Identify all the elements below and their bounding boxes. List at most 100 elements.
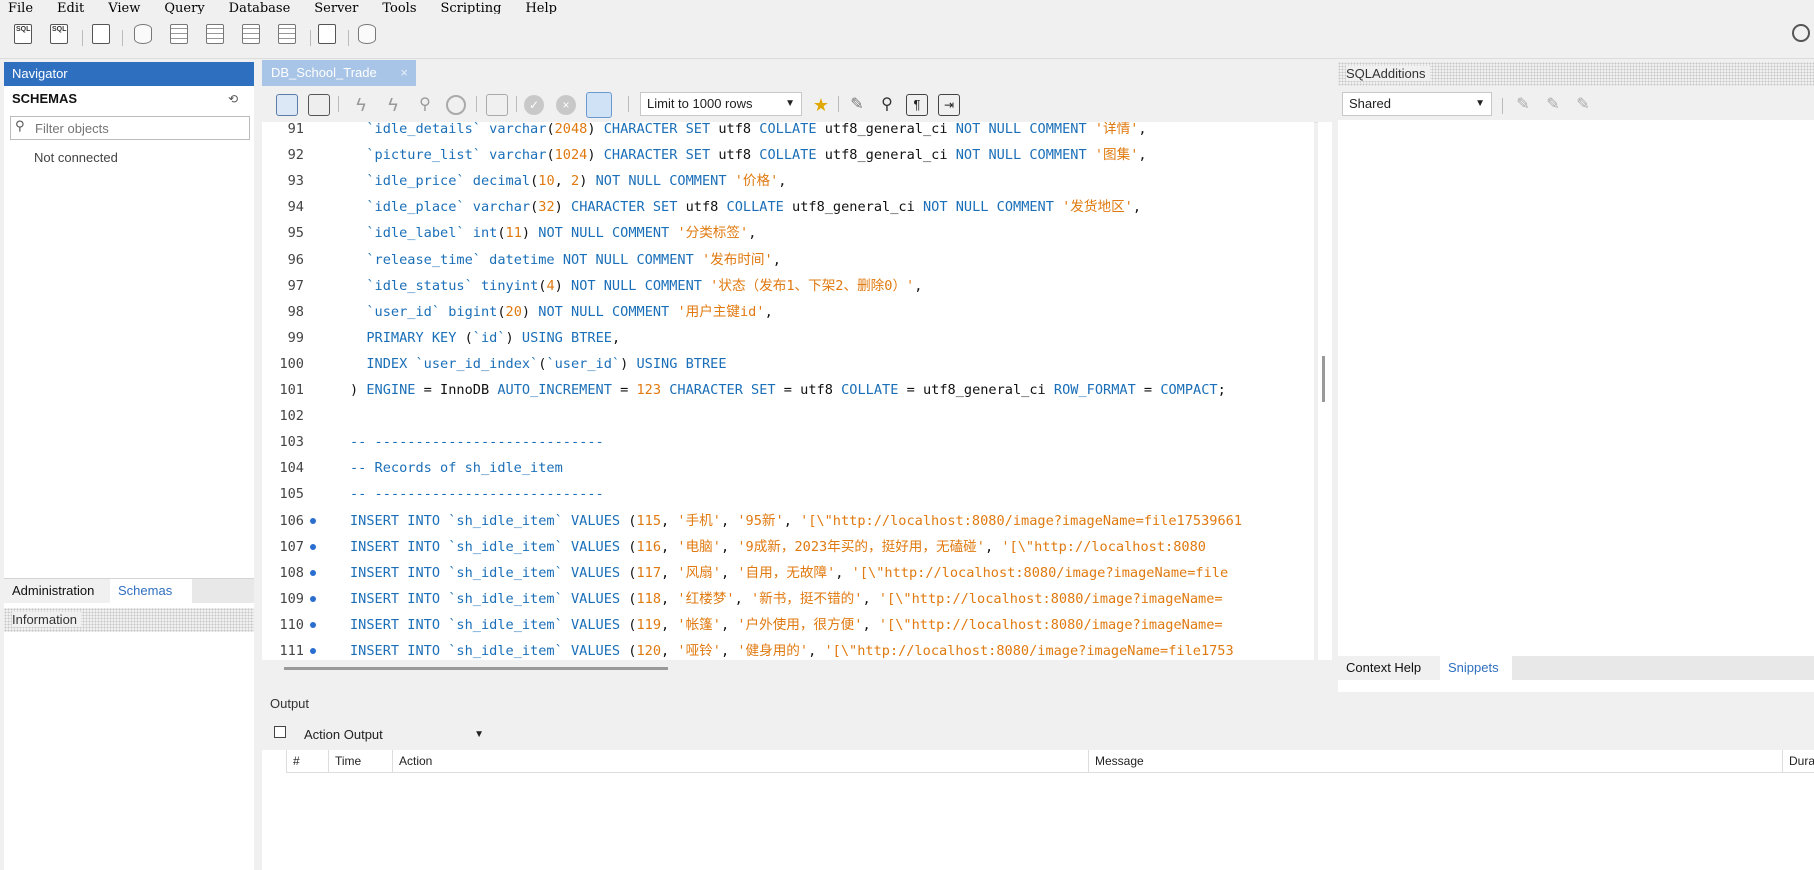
rollback-icon[interactable]: × — [556, 95, 576, 115]
information-title: Information — [12, 612, 82, 627]
menu-view[interactable]: View — [108, 2, 140, 15]
reconnect-icon[interactable] — [358, 24, 380, 48]
col-duration[interactable]: Dura — [1782, 750, 1814, 772]
insert-snippet-icon[interactable]: ✎ — [1542, 94, 1564, 116]
menu-scripting[interactable]: Scripting — [441, 2, 502, 15]
line-number: 104 — [279, 460, 304, 477]
output-type-select[interactable]: Action Output ▼ — [298, 724, 490, 746]
line-number: 106 — [279, 512, 304, 529]
new-sql-tab-icon[interactable] — [14, 24, 36, 48]
code-line[interactable]: 92 `picture_list` varchar(1024) CHARACTE… — [262, 142, 1314, 168]
code-text: `picture_list` varchar(1024) CHARACTER S… — [366, 147, 1147, 164]
editor-toolbar: ϟ ϟ ⚲ ✓ × Limit to 1000 rows ▼ ★ ✎ ⚲ ¶ ⇥ — [262, 86, 1330, 123]
code-line[interactable]: 103 -- ---------------------------- — [262, 429, 1314, 455]
code-line[interactable]: 101) ENGINE = InnoDB AUTO_INCREMENT = 12… — [262, 377, 1314, 403]
col-action[interactable]: Action — [392, 750, 1088, 772]
row-limit-select[interactable]: Limit to 1000 rows ▼ — [640, 92, 802, 116]
replace-snippet-icon[interactable]: ✎ — [1512, 94, 1534, 116]
code-line[interactable]: 93 `idle_price` decimal(10, 2) NOT NULL … — [262, 168, 1314, 194]
menu-tools[interactable]: Tools — [382, 2, 416, 15]
invisible-chars-icon[interactable]: ¶ — [906, 94, 928, 116]
code-line[interactable]: 91 `idle_details` varchar(2048) CHARACTE… — [262, 122, 1314, 142]
navigator-title: Navigator — [12, 66, 68, 81]
create-view-icon[interactable] — [206, 24, 228, 48]
stop-icon[interactable] — [446, 95, 466, 115]
menu-help[interactable]: Help — [525, 2, 557, 15]
filter-box: ⚲ — [10, 116, 250, 140]
editor-tab-title: DB_School_Trade — [271, 65, 377, 80]
tab-schemas[interactable]: Schemas — [110, 579, 192, 603]
menu-edit[interactable]: Edit — [57, 2, 84, 15]
vertical-scrollbar[interactable] — [1318, 122, 1332, 660]
col-message[interactable]: Message — [1088, 750, 1782, 772]
code-line[interactable]: 105 -- ---------------------------- — [262, 481, 1314, 507]
add-snippet-star-icon[interactable]: ★ — [810, 94, 832, 116]
code-line[interactable]: 94 `idle_place` varchar(32) CHARACTER SE… — [262, 194, 1314, 220]
inspector-icon[interactable] — [92, 24, 114, 48]
statement-marker-icon — [310, 595, 316, 602]
line-number: 97 — [287, 277, 304, 294]
search-table-data-icon[interactable] — [318, 24, 340, 48]
tab-snippets[interactable]: Snippets — [1440, 656, 1512, 680]
statement-marker-icon — [310, 648, 316, 654]
tab-administration[interactable]: Administration — [4, 579, 110, 603]
word-wrap-icon[interactable]: ⇥ — [938, 94, 960, 116]
col-time[interactable]: Time — [328, 750, 392, 772]
create-schema-icon[interactable] — [134, 24, 156, 48]
refresh-schemas-icon[interactable]: ⟲ — [228, 86, 238, 112]
output-column-header: # Time Action Message Dura — [286, 750, 1814, 773]
code-line[interactable]: 95 `idle_label` int(11) NOT NULL COMMENT… — [262, 220, 1314, 246]
menu-database[interactable]: Database — [229, 2, 291, 15]
code-line[interactable]: 111 INSERT INTO `sh_idle_item` VALUES (12… — [262, 638, 1314, 660]
col-number[interactable]: # — [286, 750, 328, 772]
copy-output-icon[interactable] — [274, 726, 286, 738]
code-text: INSERT INTO `sh_idle_item` VALUES (116, … — [350, 538, 1206, 555]
line-number: 94 — [287, 199, 304, 216]
copy-snippet-icon[interactable]: ✎ — [1572, 94, 1594, 116]
explain-icon[interactable]: ⚲ — [414, 94, 436, 116]
line-number: 107 — [279, 538, 304, 555]
menu-server[interactable]: Server — [314, 2, 358, 15]
find-icon[interactable]: ⚲ — [876, 94, 898, 116]
save-file-icon[interactable] — [308, 94, 330, 116]
sql-editor[interactable]: 91 `idle_details` varchar(2048) CHARACTE… — [262, 122, 1314, 660]
code-line[interactable]: 110 INSERT INTO `sh_idle_item` VALUES (11… — [262, 612, 1314, 638]
execute-icon[interactable]: ϟ — [350, 94, 372, 116]
commit-icon[interactable]: ✓ — [524, 95, 544, 115]
open-sql-script-icon[interactable] — [50, 24, 72, 48]
code-line[interactable]: 98 `user_id` bigint(20) NOT NULL COMMENT… — [262, 299, 1314, 325]
tab-context-help[interactable]: Context Help — [1338, 656, 1440, 680]
code-line[interactable]: 102 — [262, 403, 1314, 429]
filter-objects-input[interactable] — [33, 120, 247, 137]
code-text: -- ---------------------------- — [350, 434, 604, 451]
snippet-category-select[interactable]: Shared ▼ — [1342, 92, 1492, 116]
navigator-tabs: Administration Schemas — [4, 578, 254, 603]
code-line[interactable]: 100 INDEX `user_id_index`(`user_id`) USI… — [262, 351, 1314, 377]
code-line[interactable]: 104 -- Records of sh_idle_item — [262, 455, 1314, 481]
tab-db-school-trade[interactable]: DB_School_Trade × — [262, 60, 416, 86]
menu-file[interactable]: File — [8, 2, 33, 15]
preferences-gear-icon[interactable] — [1792, 24, 1814, 48]
close-tab-icon[interactable]: × — [400, 60, 408, 86]
code-line[interactable]: 106 INSERT INTO `sh_idle_item` VALUES (11… — [262, 508, 1314, 534]
toggle-continue-icon[interactable] — [486, 94, 508, 116]
create-procedure-icon[interactable] — [242, 24, 264, 48]
code-line[interactable]: 99 PRIMARY KEY (`id`) USING BTREE, — [262, 325, 1314, 351]
code-line[interactable]: 96 `release_time` datetime NOT NULL COMM… — [262, 247, 1314, 273]
execute-current-icon[interactable]: ϟ — [382, 94, 404, 116]
navigator-header: Navigator — [4, 62, 254, 86]
create-table-icon[interactable] — [170, 24, 192, 48]
open-file-icon[interactable] — [276, 94, 298, 116]
code-text: `idle_place` varchar(32) CHARACTER SET u… — [366, 199, 1142, 216]
horizontal-scrollbar-thumb[interactable] — [284, 667, 668, 670]
code-text: -- Records of sh_idle_item — [350, 460, 563, 477]
code-line[interactable]: 108 INSERT INTO `sh_idle_item` VALUES (11… — [262, 560, 1314, 586]
code-line[interactable]: 97 `idle_status` tinyint(4) NOT NULL COM… — [262, 273, 1314, 299]
create-function-icon[interactable] — [278, 24, 300, 48]
code-line[interactable]: 109 INSERT INTO `sh_idle_item` VALUES (11… — [262, 586, 1314, 612]
code-line[interactable]: 107 INSERT INTO `sh_idle_item` VALUES (11… — [262, 534, 1314, 560]
menu-query[interactable]: Query — [164, 2, 204, 15]
vertical-scrollbar-thumb[interactable] — [1322, 356, 1325, 402]
autocommit-toggle-icon[interactable] — [586, 92, 612, 118]
beautify-brush-icon[interactable]: ✎ — [846, 94, 868, 116]
